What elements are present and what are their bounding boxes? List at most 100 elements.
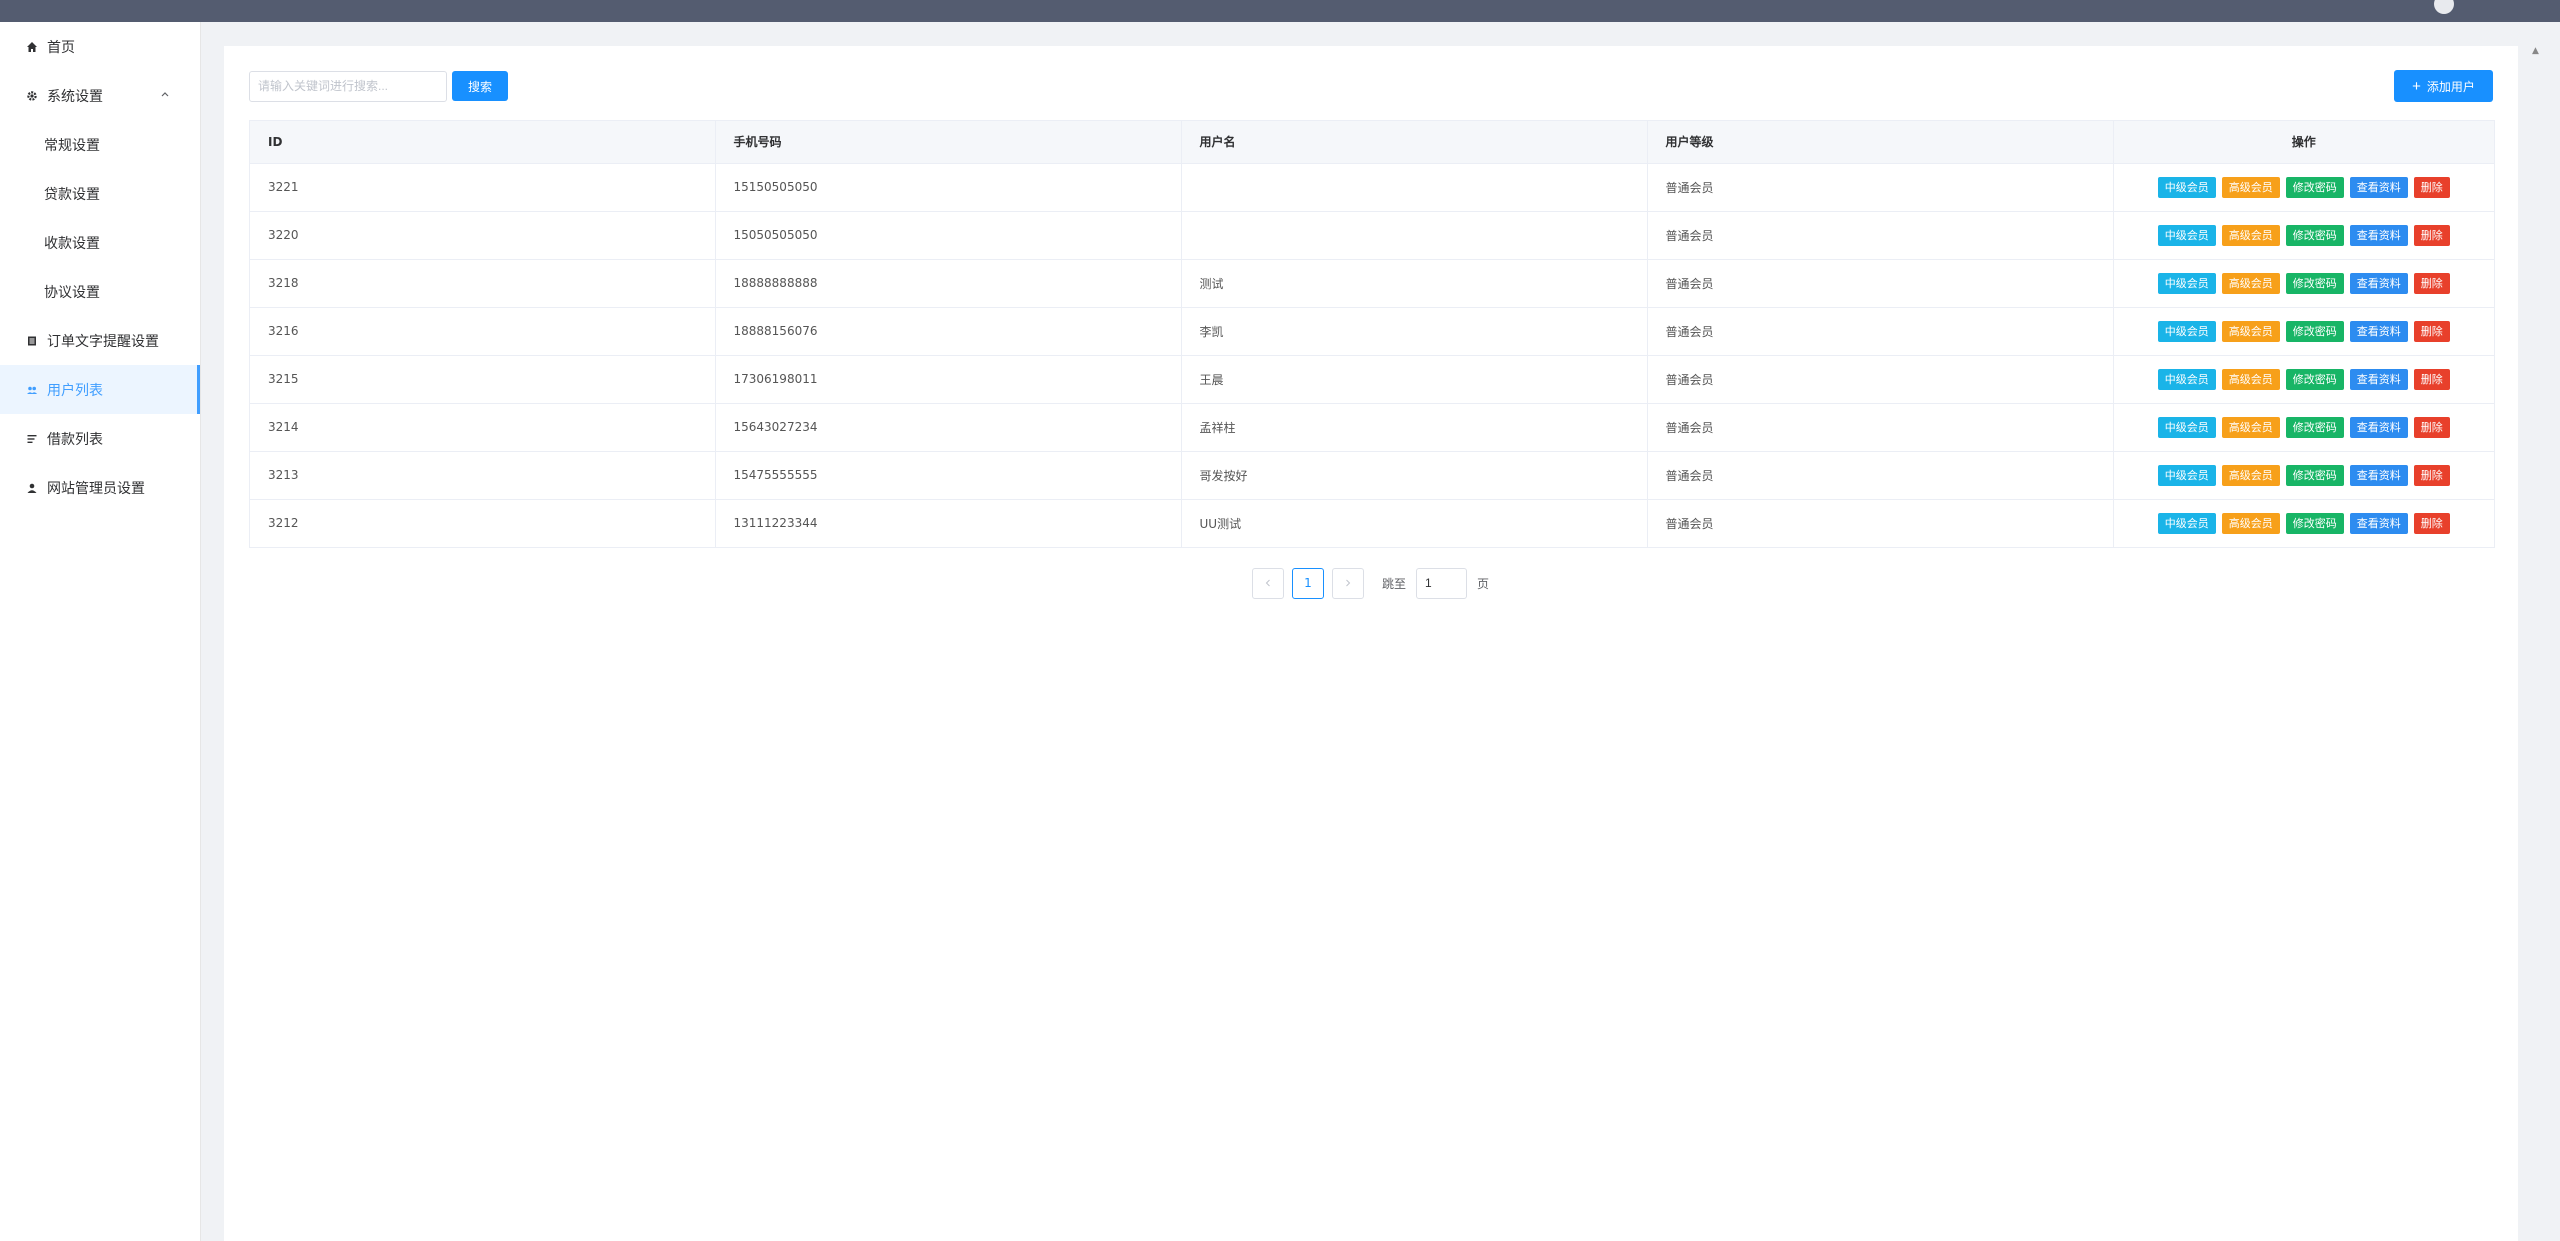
sidebar-item-label: 收款设置: [44, 235, 100, 252]
set-senior-member-button[interactable]: 高级会员: [2221, 272, 2280, 294]
cell-phone: 18888156076: [715, 307, 1182, 356]
scrollbar-up-arrow[interactable]: ▲: [2532, 46, 2542, 56]
cell-phone: 15475555555: [715, 451, 1182, 500]
change-password-button[interactable]: 修改密码: [2285, 416, 2344, 438]
cell-id: 3215: [250, 355, 716, 404]
change-password-button[interactable]: 修改密码: [2285, 464, 2344, 486]
cell-username: 王晨: [1181, 355, 1648, 404]
view-profile-button[interactable]: 查看资料: [2349, 512, 2408, 534]
cell-level: 普通会员: [1647, 163, 2114, 212]
delete-button[interactable]: 删除: [2413, 272, 2450, 294]
set-mid-member-button[interactable]: 中级会员: [2157, 512, 2216, 534]
cell-actions: 中级会员 高级会员 修改密码 查看资料 删除: [2113, 163, 2494, 212]
add-user-label: 添加用户: [2426, 79, 2475, 94]
table-header-row: ID 手机号码 用户名 用户等级 操作: [250, 121, 2494, 164]
change-password-button[interactable]: 修改密码: [2285, 272, 2344, 294]
chevron-up-icon[interactable]: [160, 89, 170, 99]
table-row: 3218 18888888888 测试 普通会员 中级会员 高级会员 修改密码 查看资料 删除: [250, 259, 2494, 308]
change-password-button[interactable]: 修改密码: [2285, 512, 2344, 534]
cell-username: [1181, 163, 1648, 212]
change-password-button[interactable]: 修改密码: [2285, 368, 2344, 390]
column-header-username: 用户名: [1181, 121, 1648, 164]
delete-button[interactable]: 删除: [2413, 176, 2450, 198]
avatar[interactable]: [2434, 0, 2454, 14]
cell-username: 哥发按好: [1181, 451, 1648, 500]
change-password-button[interactable]: 修改密码: [2285, 224, 2344, 246]
sidebar-item-label: 网站管理员设置: [47, 480, 145, 497]
page-number-button[interactable]: 1: [1292, 567, 1324, 599]
cell-phone: 15643027234: [715, 403, 1182, 452]
set-mid-member-button[interactable]: 中级会员: [2157, 272, 2216, 294]
prev-page-button[interactable]: [1252, 567, 1284, 599]
sidebar-item-loan-list[interactable]: 借款列表: [0, 414, 200, 463]
next-page-button[interactable]: [1332, 567, 1364, 599]
add-user-button[interactable]: + 添加用户: [2394, 70, 2493, 102]
sidebar-item-general-settings[interactable]: 常规设置: [0, 120, 200, 169]
change-password-button[interactable]: 修改密码: [2285, 320, 2344, 342]
cell-actions: 中级会员 高级会员 修改密码 查看资料 删除: [2113, 499, 2494, 547]
cell-id: 3218: [250, 259, 716, 308]
cell-level: 普通会员: [1647, 211, 2114, 260]
table-row: 3221 15150505050 普通会员 中级会员 高级会员 修改密码 查看资料 删除: [250, 163, 2494, 212]
set-mid-member-button[interactable]: 中级会员: [2157, 320, 2216, 342]
table-row: 3213 15475555555 哥发按好 普通会员 中级会员 高级会员 修改密码 查看资料删…: [250, 451, 2494, 500]
pagination: 1 跳至 页: [1252, 567, 1489, 599]
set-senior-member-button[interactable]: 高级会员: [2221, 368, 2280, 390]
sidebar-item-label: 用户列表: [47, 382, 103, 399]
view-profile-button[interactable]: 查看资料: [2349, 368, 2408, 390]
view-profile-button[interactable]: 查看资料: [2349, 416, 2408, 438]
search-button[interactable]: 搜索: [452, 71, 508, 101]
sidebar-item-loan-settings[interactable]: 贷款设置: [0, 169, 200, 218]
user-table: ID 手机号码 用户名 用户等级 操作 3221 15150505050 普通会员中…: [249, 120, 2495, 548]
sidebar-item-system-settings[interactable]: 系统设置: [0, 71, 200, 120]
jump-page-input[interactable]: [1416, 567, 1468, 599]
sidebar-item-home[interactable]: 首页: [0, 22, 200, 71]
delete-button[interactable]: 删除: [2413, 512, 2450, 534]
page-unit-label: 页: [1477, 576, 1490, 591]
cell-id: 3220: [250, 211, 716, 260]
column-header-actions: 操作: [2113, 121, 2494, 164]
view-profile-button[interactable]: 查看资料: [2349, 224, 2408, 246]
delete-button[interactable]: 删除: [2413, 320, 2450, 342]
cell-level: 普通会员: [1647, 307, 2114, 356]
jump-label: 跳至: [1382, 576, 1407, 591]
set-mid-member-button[interactable]: 中级会员: [2157, 416, 2216, 438]
view-profile-button[interactable]: 查看资料: [2349, 272, 2408, 294]
delete-button[interactable]: 删除: [2413, 368, 2450, 390]
cell-level: 普通会员: [1647, 403, 2114, 452]
cell-phone: 13111223344: [715, 499, 1182, 547]
set-senior-member-button[interactable]: 高级会员: [2221, 512, 2280, 534]
delete-button[interactable]: 删除: [2413, 416, 2450, 438]
search-input[interactable]: [249, 70, 447, 102]
set-senior-member-button[interactable]: 高级会员: [2221, 320, 2280, 342]
set-mid-member-button[interactable]: 中级会员: [2157, 368, 2216, 390]
sidebar-item-admin-settings[interactable]: 网站管理员设置: [0, 463, 200, 512]
delete-button[interactable]: 删除: [2413, 464, 2450, 486]
table-row: 3220 15050505050 普通会员 中级会员 高级会员 修改密码 查看资料 删除: [250, 211, 2494, 260]
cell-phone: 15050505050: [715, 211, 1182, 260]
cell-id: 3212: [250, 499, 716, 547]
sidebar-item-agreement-settings[interactable]: 协议设置: [0, 267, 200, 316]
cell-level: 普通会员: [1647, 499, 2114, 547]
view-profile-button[interactable]: 查看资料: [2349, 320, 2408, 342]
delete-button[interactable]: 删除: [2413, 224, 2450, 246]
set-senior-member-button[interactable]: 高级会员: [2221, 416, 2280, 438]
sidebar-item-order-reminder[interactable]: 订单文字提醒设置: [0, 316, 200, 365]
cell-actions: 中级会员 高级会员 修改密码 查看资料 删除: [2113, 355, 2494, 404]
chevron-left-icon: [1265, 579, 1270, 587]
cell-phone: 15150505050: [715, 163, 1182, 212]
set-mid-member-button[interactable]: 中级会员: [2157, 464, 2216, 486]
home-icon: [26, 41, 38, 53]
set-senior-member-button[interactable]: 高级会员: [2221, 224, 2280, 246]
set-mid-member-button[interactable]: 中级会员: [2157, 176, 2216, 198]
view-profile-button[interactable]: 查看资料: [2349, 176, 2408, 198]
set-senior-member-button[interactable]: 高级会员: [2221, 176, 2280, 198]
view-profile-button[interactable]: 查看资料: [2349, 464, 2408, 486]
sidebar-item-payment-settings[interactable]: 收款设置: [0, 218, 200, 267]
set-senior-member-button[interactable]: 高级会员: [2221, 464, 2280, 486]
cell-id: 3221: [250, 163, 716, 212]
sidebar-item-user-list[interactable]: 用户列表: [0, 365, 200, 414]
cell-level: 普通会员: [1647, 451, 2114, 500]
set-mid-member-button[interactable]: 中级会员: [2157, 224, 2216, 246]
change-password-button[interactable]: 修改密码: [2285, 176, 2344, 198]
